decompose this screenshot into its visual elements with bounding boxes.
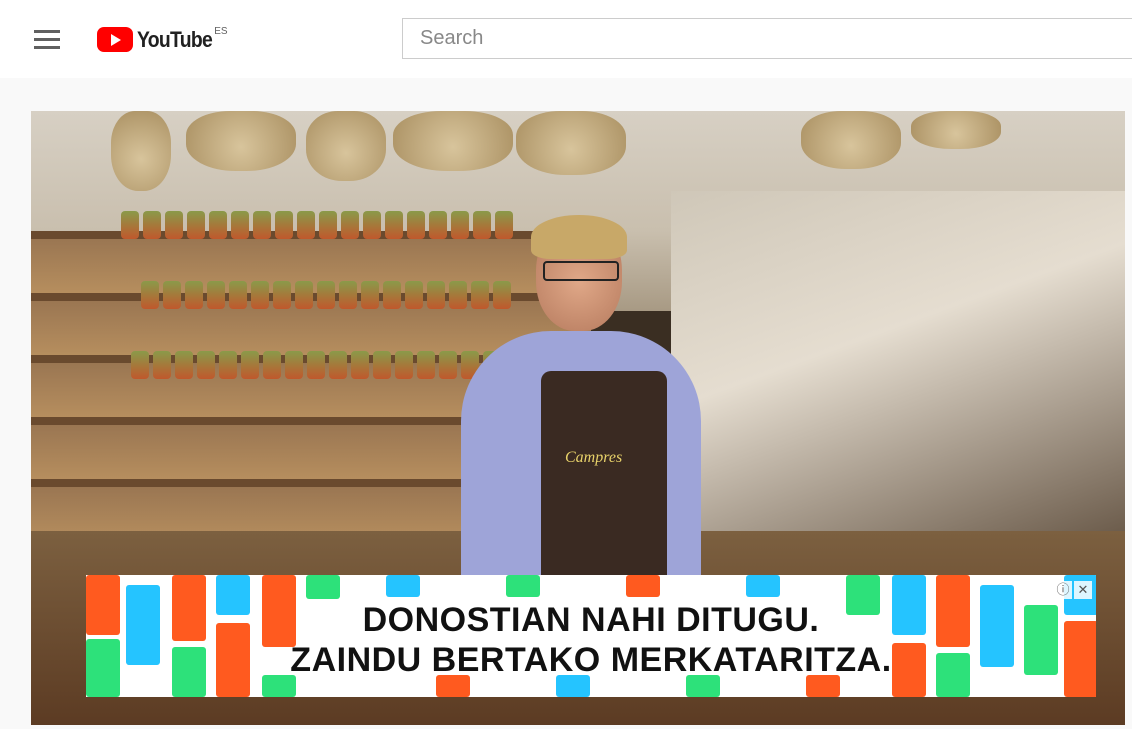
ad-headline-line1: DONOSTIAN NAHI DITUGU. <box>362 601 820 639</box>
ad-headline-line2: ZAINDU BERTAKO MERKATARITZA. <box>290 641 892 679</box>
search-input[interactable] <box>402 18 1132 59</box>
ad-close-icon[interactable]: ✕ <box>1074 581 1092 599</box>
logo-text: YouTube <box>137 27 213 52</box>
masthead: YouTube ES <box>0 0 1132 78</box>
youtube-play-icon <box>97 27 133 52</box>
ad-info-icon[interactable]: ⓘ <box>1054 581 1072 599</box>
youtube-logo[interactable]: YouTube ES <box>97 26 228 54</box>
country-code: ES <box>214 26 228 37</box>
video-player[interactable]: Campres DONOSTIAN NAHI DITUGU. ZAINDU BE… <box>31 111 1125 725</box>
apron-logo-text: Campres <box>565 449 623 466</box>
hamburger-menu-icon[interactable] <box>34 30 60 50</box>
overlay-ad-banner[interactable]: DONOSTIAN NAHI DITUGU. ZAINDU BERTAKO ME… <box>86 575 1096 697</box>
